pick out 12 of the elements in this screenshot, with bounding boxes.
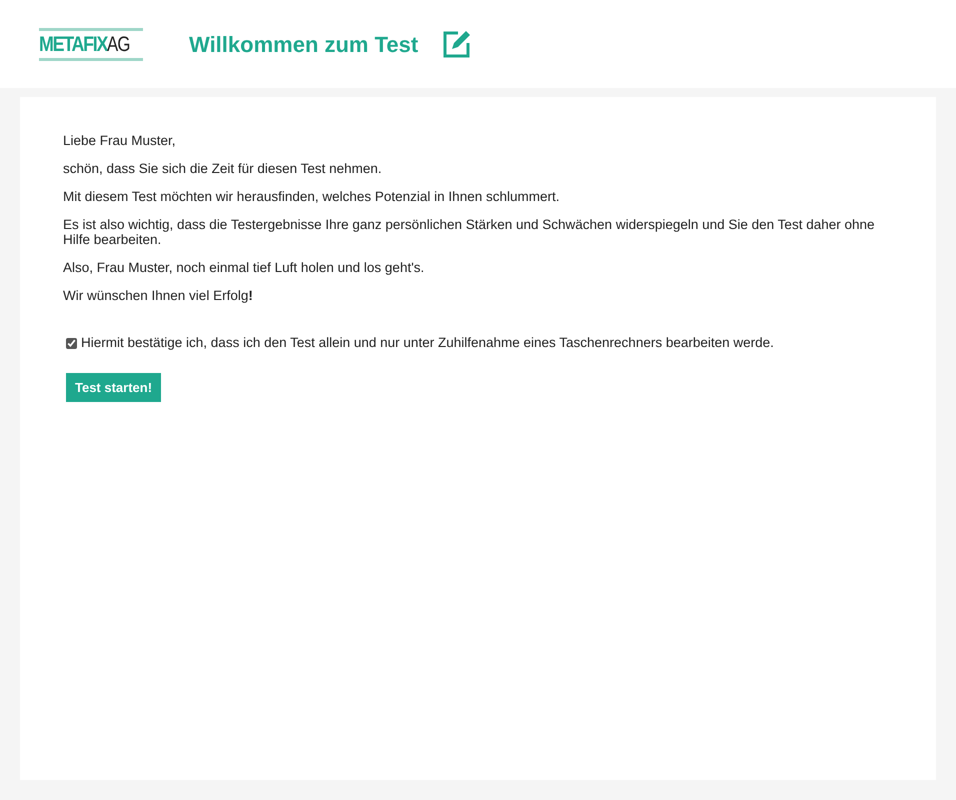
confirm-checkbox[interactable] xyxy=(66,338,77,349)
paragraph: Wir wünschen Ihnen viel Erfolg! xyxy=(63,288,254,303)
paragraph: schön, dass Sie sich die Zeit für diesen Test nehmen. xyxy=(63,161,383,176)
edit-icon xyxy=(442,29,472,59)
logo: METAFIXAG xyxy=(39,28,143,60)
paragraph: Mit diesem Test möchten wir herausfinden, welches Potenzial in Ihnen schlummert. xyxy=(63,189,560,204)
page-title: Willkommen zum Test xyxy=(189,30,418,58)
start-button[interactable]: Test starten! xyxy=(66,373,162,402)
paragraph: Also, Frau Muster, noch einmal tief Luft holen und los geht's. xyxy=(63,260,426,275)
paragraph: Es ist also wichtig, dass die Testergebnisse Ihre ganz persönlichen Stärken und Schwächen widerspiegeln und Sie den Test daher ohne Hilfe bearbeiten. xyxy=(63,217,876,247)
confirm-label: Hiermit bestätige ich, dass ich den Test allein und nur unter Zuhilfenahme eines Taschenrechners bearbeiten werde. xyxy=(81,334,774,352)
paragraph: Liebe Frau Muster, xyxy=(63,133,177,148)
